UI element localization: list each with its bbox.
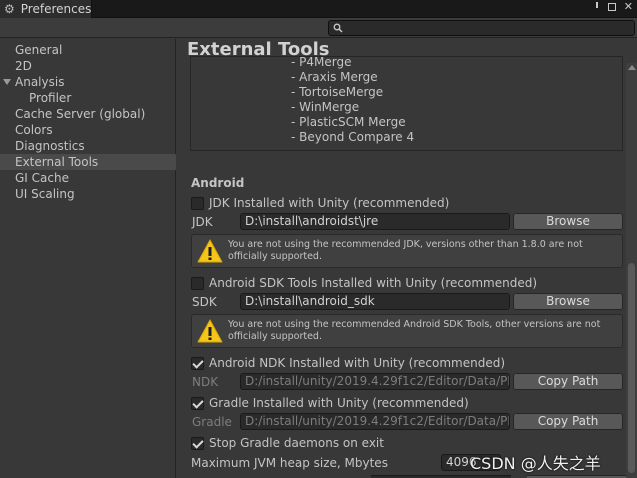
jdk-path-input[interactable]: D:\install\androidst\jre <box>240 213 510 230</box>
list-item: - Araxis Merge <box>291 70 378 84</box>
search-icon <box>333 23 343 33</box>
sidebar-item-2d[interactable]: 2D <box>15 58 32 74</box>
main-content: - P4Merge - Araxis Merge - TortoiseMerge… <box>177 39 637 478</box>
vertical-scrollbar[interactable] <box>626 63 637 478</box>
stop-gradle-checkbox-row[interactable]: Stop Gradle daemons on exit <box>191 435 384 451</box>
sdk-warning-text: You are not using the recommended Androi… <box>228 319 601 342</box>
sidebar-item-cache-server[interactable]: Cache Server (global) <box>15 106 145 122</box>
sidebar-item-diagnostics[interactable]: Diagnostics <box>15 138 85 154</box>
jdk-checkbox-label: JDK Installed with Unity (recommended) <box>209 196 450 210</box>
maximize-icon[interactable] <box>607 3 616 11</box>
gear-icon: ⚙ <box>4 2 15 16</box>
gradle-copy-path-button[interactable]: Copy Path <box>513 413 623 430</box>
sidebar-item-analysis[interactable]: Analysis <box>15 74 64 90</box>
sdk-checkbox[interactable] <box>191 276 204 290</box>
stop-gradle-checkbox[interactable] <box>191 436 204 450</box>
list-item: - PlasticSCM Merge <box>291 115 406 129</box>
sdk-checkbox-label: Android SDK Tools Installed with Unity (… <box>209 276 538 290</box>
jdk-warning-box: You are not using the recommended JDK, v… <box>191 234 623 268</box>
gradle-path-input[interactable]: D:/install/unity/2019.4.29f1c2/Editor/Da… <box>240 413 510 430</box>
sidebar-item-profiler[interactable]: Profiler <box>29 90 71 106</box>
list-item: - TortoiseMerge <box>291 85 384 99</box>
jdk-browse-button[interactable]: Browse <box>513 213 623 230</box>
stop-gradle-checkbox-label: Stop Gradle daemons on exit <box>209 436 384 450</box>
sidebar: General 2D Analysis Profiler Cache Serve… <box>0 39 176 478</box>
window-title: Preferences <box>20 2 92 16</box>
sdk-field-label: SDK <box>192 295 217 309</box>
jdk-warning-text: You are not using the recommended JDK, v… <box>228 239 583 262</box>
warning-icon <box>197 239 223 263</box>
ndk-field-label: NDK <box>192 375 219 389</box>
ndk-path-input[interactable]: D:/install/unity/2019.4.29f1c2/Editor/Da… <box>240 373 510 390</box>
close-icon[interactable]: ✕ <box>624 1 633 13</box>
sdk-checkbox-row[interactable]: Android SDK Tools Installed with Unity (… <box>191 275 537 291</box>
toolbar <box>0 18 637 38</box>
page-title: External Tools <box>187 39 330 60</box>
sdk-warning-box: You are not using the recommended Androi… <box>191 314 623 348</box>
sidebar-item-ui-scaling[interactable]: UI Scaling <box>15 186 75 202</box>
ndk-checkbox[interactable] <box>191 356 204 370</box>
list-item: - Beyond Compare 4 <box>291 130 415 144</box>
preferences-tab[interactable]: ⚙ Preferences <box>0 0 92 18</box>
sidebar-item-external-tools[interactable]: External Tools <box>0 154 176 170</box>
diff-tools-list: - P4Merge - Araxis Merge - TortoiseMerge… <box>190 56 623 151</box>
warning-icon <box>197 319 223 343</box>
jdk-checkbox-row[interactable]: JDK Installed with Unity (recommended) <box>191 195 449 211</box>
jvm-heap-label: Maximum JVM heap size, Mbytes <box>191 456 388 470</box>
sdk-browse-button[interactable]: Browse <box>513 293 623 310</box>
foldout-arrow-icon[interactable] <box>3 79 11 85</box>
jdk-field-label: JDK <box>192 215 213 229</box>
gradle-checkbox-label: Gradle Installed with Unity (recommended… <box>209 396 469 410</box>
scrollbar-thumb[interactable] <box>628 263 635 473</box>
title-bar: ⚙ Preferences ✕ <box>0 0 637 18</box>
gradle-field-label: Gradle <box>192 415 232 429</box>
android-section-label: Android <box>191 176 245 190</box>
watermark: CSDN @人失之羊 <box>470 454 601 473</box>
gradle-checkbox[interactable] <box>191 396 204 410</box>
search-input[interactable] <box>328 20 635 36</box>
ndk-copy-path-button[interactable]: Copy Path <box>513 373 623 390</box>
more-options-icon[interactable] <box>595 1 600 13</box>
window-controls: ✕ <box>595 1 633 13</box>
sidebar-item-general[interactable]: General <box>15 42 62 58</box>
sdk-path-input[interactable]: D:\install\android_sdk <box>240 293 510 310</box>
list-item: - WinMerge <box>291 100 360 114</box>
sidebar-item-gi-cache[interactable]: GI Cache <box>15 170 69 186</box>
ndk-checkbox-label: Android NDK Installed with Unity (recomm… <box>209 356 506 370</box>
scroll-up-arrow-icon[interactable] <box>628 65 636 70</box>
sidebar-item-colors[interactable]: Colors <box>15 122 53 138</box>
jdk-checkbox[interactable] <box>191 196 204 210</box>
gradle-checkbox-row[interactable]: Gradle Installed with Unity (recommended… <box>191 395 469 411</box>
ndk-checkbox-row[interactable]: Android NDK Installed with Unity (recomm… <box>191 355 505 371</box>
